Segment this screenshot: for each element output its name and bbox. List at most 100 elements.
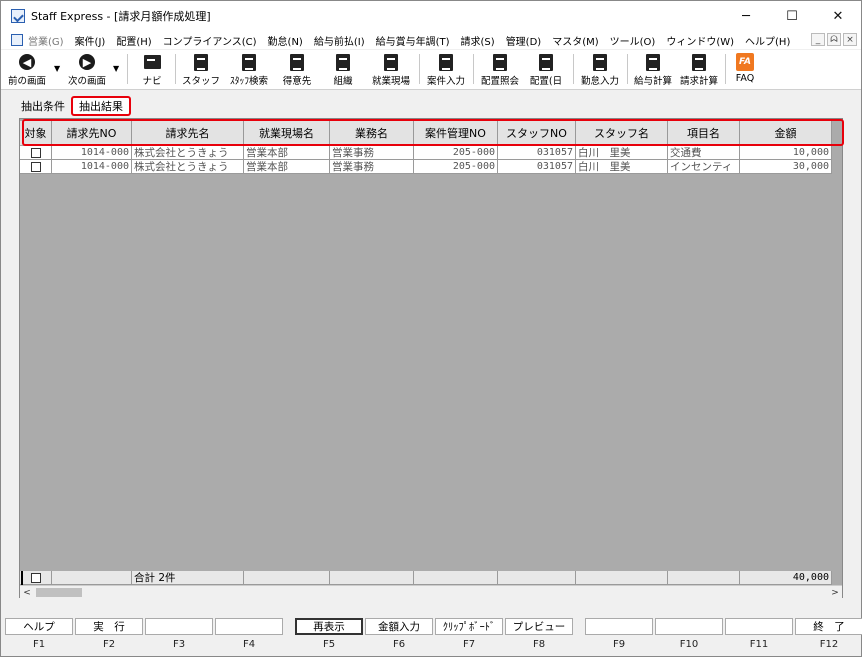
faq-button[interactable]: FA FAQ <box>729 50 761 88</box>
back-dropdown-icon[interactable]: ▼ <box>54 64 60 73</box>
f10-button[interactable] <box>655 618 723 635</box>
fkey-f1[interactable]: ヘルプ F1 <box>5 618 73 656</box>
worksite-icon <box>384 53 398 71</box>
table-row[interactable]: 1014-000 株式会社とうきょう 営業本部 営業事務 205-000 031… <box>20 146 832 160</box>
fkey-f9[interactable]: F9 <box>585 618 653 656</box>
scroll-right-icon[interactable]: > <box>828 586 842 599</box>
header-item-name[interactable]: 項目名 <box>668 121 740 145</box>
menu-help[interactable]: ヘルプ(H) <box>745 33 790 48</box>
menu-compliance[interactable]: コンプライアンス(C) <box>163 33 257 48</box>
menu-attendance[interactable]: 勤怠(N) <box>268 33 303 48</box>
row-checkbox[interactable] <box>30 161 41 172</box>
menu-billing[interactable]: 請求(S) <box>461 33 495 48</box>
mdi-close-button[interactable]: × <box>843 33 857 46</box>
f4-button[interactable] <box>215 618 283 635</box>
header-client-name[interactable]: 請求先名 <box>132 121 244 145</box>
org-button[interactable]: 組織 <box>325 50 361 88</box>
help-button[interactable]: ヘルプ <box>5 618 73 635</box>
function-key-bar: ヘルプ F1 実 行 F2 F3 F4 再表示 F5 金額入力 F6 ｸﾘｯﾌﾟ… <box>1 618 862 656</box>
cell-worksite: 営業本部 <box>244 146 330 160</box>
assign-inquiry-button[interactable]: 配置照会 <box>477 50 523 88</box>
fkey-f11[interactable]: F11 <box>725 618 793 656</box>
worksite-button[interactable]: 就業現場 <box>367 50 415 88</box>
header-case-no[interactable]: 案件管理NO <box>414 121 498 145</box>
f9-button[interactable] <box>585 618 653 635</box>
back-button[interactable]: ◀ 前の画面 <box>5 50 49 88</box>
mdi-restore-button[interactable]: ᗣ <box>827 33 841 46</box>
navi-button[interactable]: ナビ <box>137 50 167 88</box>
fkey-f10[interactable]: F10 <box>655 618 723 656</box>
tab-extract-conditions[interactable]: 抽出条件 <box>15 96 71 116</box>
staff-button[interactable]: スタッフ <box>181 50 221 88</box>
total-checkbox[interactable] <box>30 572 41 583</box>
menu-master[interactable]: マスタ(M) <box>552 33 598 48</box>
row-marker <box>21 571 23 585</box>
header-staff-name[interactable]: スタッフ名 <box>576 121 668 145</box>
fkey-f4[interactable]: F4 <box>215 618 283 656</box>
fkey-f6[interactable]: 金額入力 F6 <box>365 618 433 656</box>
header-client-no[interactable]: 請求先NO <box>52 121 132 145</box>
forward-dropdown-icon[interactable]: ▼ <box>113 64 119 73</box>
minimize-button[interactable]: ─ <box>723 1 769 31</box>
preview-button[interactable]: プレビュー <box>505 618 573 635</box>
refresh-button[interactable]: 再表示 <box>295 618 363 635</box>
staff-search-button[interactable]: ｽﾀｯﾌ検索 <box>225 50 273 88</box>
attendance-input-button[interactable]: 勤怠入力 <box>577 50 623 88</box>
menu-tools[interactable]: ツール(O) <box>610 33 656 48</box>
cell-case-no: 205-000 <box>414 146 498 160</box>
amount-input-button[interactable]: 金額入力 <box>365 618 433 635</box>
fkey-f2[interactable]: 実 行 F2 <box>75 618 143 656</box>
maximize-button[interactable]: ☐ <box>769 1 815 31</box>
menu-case[interactable]: 案件(J) <box>75 33 106 48</box>
menu-window[interactable]: ウィンドウ(W) <box>666 33 734 48</box>
client-button[interactable]: 得意先 <box>277 50 317 88</box>
header-worksite-name[interactable]: 就業現場名 <box>244 121 330 145</box>
execute-button[interactable]: 実 行 <box>75 618 143 635</box>
cell-amount: 10,000 <box>740 146 832 160</box>
mdi-minimize-button[interactable]: _ <box>811 33 825 46</box>
case-input-button[interactable]: 案件入力 <box>423 50 469 88</box>
header-staff-no[interactable]: スタッフNO <box>498 121 576 145</box>
payroll-icon <box>646 53 660 71</box>
tab-extract-results[interactable]: 抽出結果 <box>71 96 131 116</box>
fkey-f8[interactable]: プレビュー F8 <box>505 618 573 656</box>
close-button[interactable]: ✕ <box>815 1 861 31</box>
attendance-icon <box>593 53 607 71</box>
total-row: 合計 2件 40,000 <box>20 571 832 585</box>
toolbar: ◀ 前の画面 ▼ ▶ 次の画面 ▼ ナビ スタッフ ｽﾀｯﾌ検索 得意先 組織 <box>1 50 861 90</box>
fkey-f3[interactable]: F3 <box>145 618 213 656</box>
scroll-left-icon[interactable]: < <box>20 586 34 599</box>
menu-management[interactable]: 管理(D) <box>506 33 542 48</box>
scroll-thumb[interactable] <box>36 588 82 597</box>
f3-button[interactable] <box>145 618 213 635</box>
fkey-f7[interactable]: ｸﾘｯﾌﾟﾎﾞｰﾄﾞ F7 <box>435 618 503 656</box>
app-window: Staff Express - [請求月額作成処理] ─ ☐ ✕ 営業(G) 案… <box>0 0 862 657</box>
cell-item: 交通費 <box>668 146 740 160</box>
exit-button[interactable]: 終 了 <box>795 618 862 635</box>
menu-bar: 営業(G) 案件(J) 配置(H) コンプライアンス(C) 勤怠(N) 給与前払… <box>1 31 861 49</box>
menu-assignment[interactable]: 配置(H) <box>116 33 151 48</box>
assign-day-button[interactable]: 配置(日 <box>525 50 567 88</box>
header-amount[interactable]: 金額 <box>740 121 832 145</box>
table-row[interactable]: 1014-000 株式会社とうきょう 営業本部 営業事務 205-000 031… <box>20 160 832 174</box>
cell-case-no: 205-000 <box>414 160 498 174</box>
client-icon <box>290 53 304 71</box>
billing-calc-button[interactable]: 請求計算 <box>677 50 721 88</box>
cell-item: インセンティ <box>668 160 740 174</box>
payroll-calc-button[interactable]: 給与計算 <box>631 50 675 88</box>
menu-advance-pay[interactable]: 給与前払(I) <box>314 33 365 48</box>
f11-button[interactable] <box>725 618 793 635</box>
menu-payroll-bonus[interactable]: 給与賞与年調(T) <box>376 33 450 48</box>
fkey-f12[interactable]: 終 了 F12 <box>795 618 862 656</box>
tab-strip: 抽出条件 抽出結果 <box>15 96 131 116</box>
fkey-f5[interactable]: 再表示 F5 <box>295 618 363 656</box>
document-icon[interactable] <box>11 34 23 46</box>
header-job-name[interactable]: 業務名 <box>330 121 414 145</box>
row-checkbox[interactable] <box>30 147 41 158</box>
billing-icon <box>692 53 706 71</box>
header-target[interactable]: 対象 <box>20 121 52 145</box>
forward-button[interactable]: ▶ 次の画面 <box>65 50 109 88</box>
clipboard-button[interactable]: ｸﾘｯﾌﾟﾎﾞｰﾄﾞ <box>435 618 503 635</box>
horizontal-scrollbar[interactable]: < > <box>20 585 842 598</box>
menu-sales[interactable]: 営業(G) <box>28 33 64 48</box>
